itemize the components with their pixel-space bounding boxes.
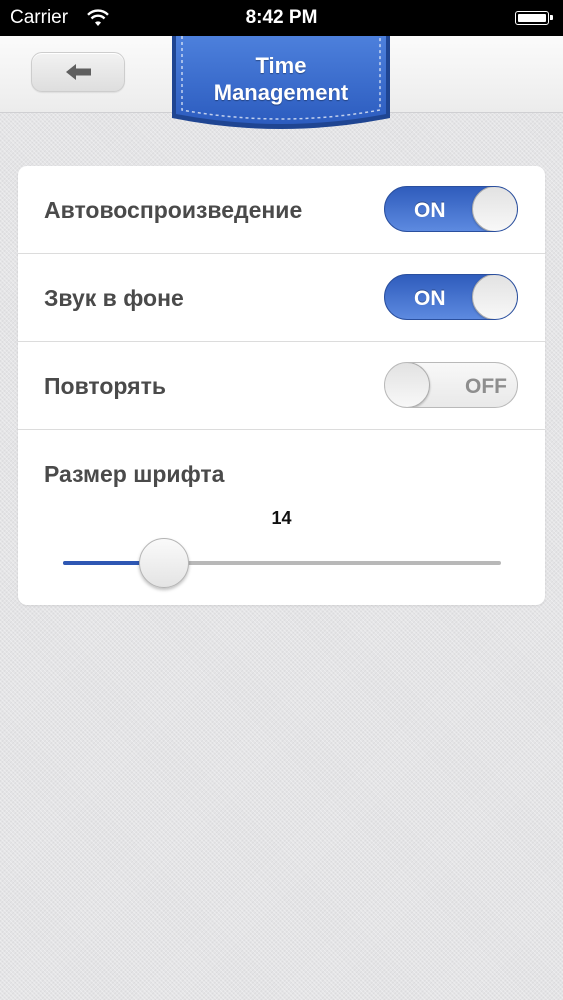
slider-thumb[interactable] (138, 538, 189, 588)
toggle-knob (472, 187, 517, 231)
repeat-label: Повторять (44, 373, 166, 399)
autoplay-label: Автовоспроизведение (44, 197, 303, 223)
status-bar: Carrier 8:42 PM (0, 0, 563, 36)
font-size-slider[interactable] (63, 538, 501, 588)
setting-row-autoplay: Автовоспроизведение ON (18, 166, 545, 254)
back-button[interactable] (31, 52, 125, 92)
background-sound-toggle-text: ON (414, 287, 446, 310)
setting-row-repeat: Повторять OFF (18, 342, 545, 430)
page-title-line2: Management (213, 80, 349, 105)
toggle-knob (472, 275, 517, 319)
back-arrow-icon (66, 64, 91, 80)
repeat-toggle[interactable]: OFF (384, 362, 518, 408)
page-title: Time Management (172, 52, 390, 106)
settings-card: Автовоспроизведение ON Звук в фоне ON По… (18, 166, 545, 605)
font-size-value: 14 (271, 508, 292, 528)
autoplay-toggle[interactable]: ON (384, 186, 518, 232)
background-sound-toggle[interactable]: ON (384, 274, 518, 320)
battery-icon (515, 11, 553, 25)
background-sound-label: Звук в фоне (44, 285, 184, 311)
toggle-knob (385, 363, 430, 407)
font-size-label: Размер шрифта (44, 461, 225, 487)
autoplay-toggle-text: ON (414, 199, 446, 222)
repeat-toggle-text: OFF (465, 375, 507, 398)
page-title-line1: Time (255, 53, 307, 78)
setting-row-background-sound: Звук в фоне ON (18, 254, 545, 342)
clock: 8:42 PM (245, 7, 318, 28)
title-badge: Time Management (172, 36, 390, 132)
